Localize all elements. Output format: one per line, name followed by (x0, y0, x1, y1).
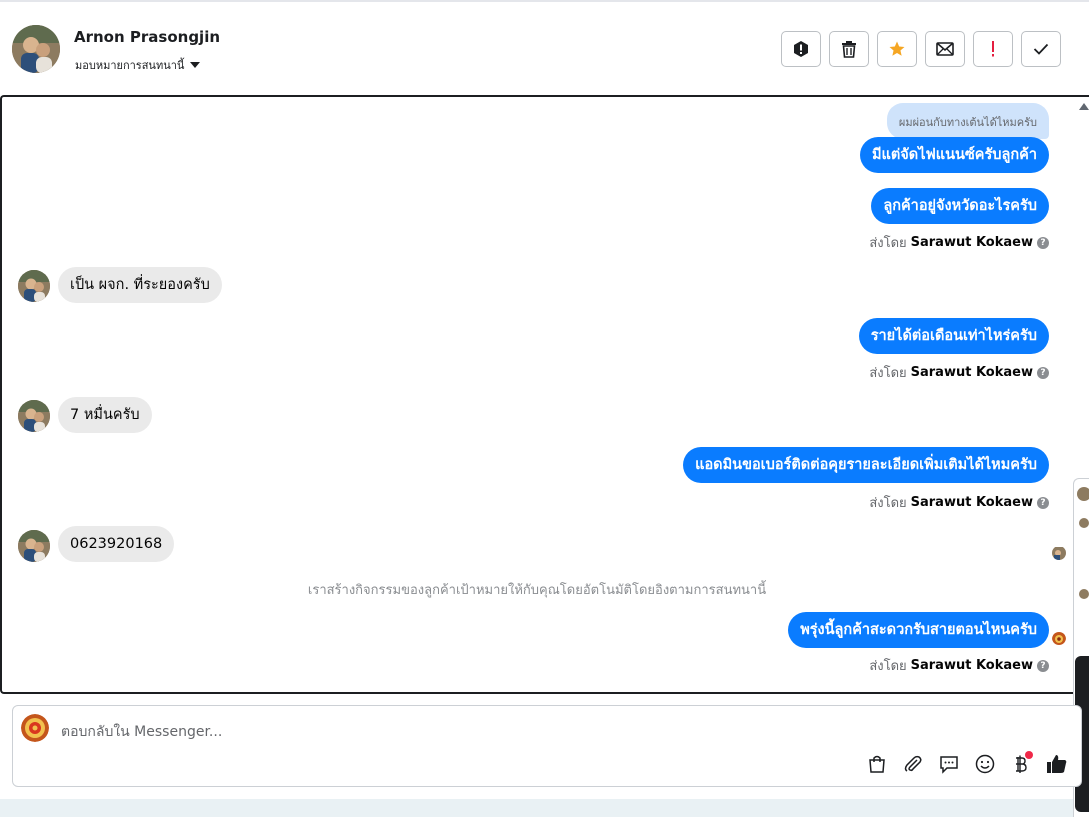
payment-button[interactable] (1009, 751, 1033, 776)
outgoing-message[interactable]: แอดมินขอเบอร์ติดต่อคุยรายละเอียดเพิ่มเติ… (683, 447, 1049, 483)
sent-by-prefix: ส่งโดย (869, 366, 907, 381)
message-thread[interactable]: ผมผ่อนกับทางเต้นได้ไหมครับ มีแต่จัดไฟแนน… (0, 95, 1089, 694)
assign-label: มอบหมายการสนทนานี้ (75, 59, 185, 72)
reply-composer[interactable]: ตอบกลับใน Messenger... (12, 705, 1082, 787)
footer-band (0, 799, 1073, 817)
contact-avatar-small (18, 530, 50, 562)
page-avatar (21, 714, 49, 742)
sent-by-agent[interactable]: Sarawut Kokaew (911, 365, 1033, 380)
incoming-message[interactable]: เป็น ผจก. ที่ระยองครับ (58, 267, 222, 303)
star-icon (889, 41, 905, 56)
chevron-down-icon (190, 62, 201, 68)
conversation-actions (781, 31, 1061, 67)
thumbs-up-icon (1047, 755, 1067, 773)
envelope-icon (936, 42, 954, 56)
sent-by-agent[interactable]: Sarawut Kokaew (911, 658, 1033, 673)
replied-message-quote: ผมผ่อนกับทางเต้นได้ไหมครับ (886, 103, 1049, 139)
like-button[interactable] (1045, 752, 1069, 776)
page-seen-icon (1052, 631, 1066, 645)
delete-button[interactable] (829, 31, 869, 67)
sent-by-label: ส่งโดย Sarawut Kokaew ? (869, 232, 1049, 253)
chat-bubble-icon (940, 756, 958, 774)
contact-avatar-small (18, 400, 50, 432)
sent-by-label: ส่งโดย Sarawut Kokaew ? (869, 492, 1049, 513)
outgoing-message[interactable]: รายได้ต่อเดือนเท่าไหร่ครับ (858, 318, 1049, 354)
star-button[interactable] (877, 31, 917, 67)
notification-dot (1025, 751, 1033, 759)
seen-avatar-icon (1052, 546, 1066, 560)
sent-by-agent[interactable]: Sarawut Kokaew (911, 235, 1033, 250)
contact-avatar[interactable] (12, 25, 60, 73)
help-icon[interactable]: ? (1037, 236, 1049, 249)
reply-input[interactable]: ตอบกลับใน Messenger... (61, 721, 222, 743)
mark-unread-button[interactable] (925, 31, 965, 67)
shop-bag-button[interactable] (865, 752, 889, 776)
scroll-up-arrow-icon[interactable] (1079, 103, 1089, 110)
help-icon[interactable]: ? (1037, 496, 1049, 509)
contact-avatar-small (18, 270, 50, 302)
sent-by-prefix: ส่งโดย (869, 236, 907, 251)
sent-by-prefix: ส่งโดย (869, 496, 907, 511)
attach-button[interactable] (901, 752, 925, 776)
sent-by-label: ส่งโดย Sarawut Kokaew ? (869, 655, 1049, 676)
smiley-icon (975, 754, 995, 774)
incoming-message[interactable]: 0623920168 (58, 526, 175, 562)
conversation-header: Arnon Prasongjin มอบหมายการสนทนานี้ (0, 2, 1089, 95)
help-icon[interactable]: ? (1037, 366, 1049, 379)
help-icon[interactable]: ? (1037, 659, 1049, 672)
mark-important-button[interactable] (973, 31, 1013, 67)
mark-done-button[interactable] (1021, 31, 1061, 67)
sent-by-label: ส่งโดย Sarawut Kokaew ? (869, 362, 1049, 383)
assign-conversation-dropdown[interactable]: มอบหมายการสนทนานี้ (75, 56, 201, 74)
sent-by-agent[interactable]: Sarawut Kokaew (911, 495, 1033, 510)
report-spam-button[interactable] (781, 31, 821, 67)
outgoing-message[interactable]: พรุ่งนี้ลูกค้าสะดวกรับสายตอนไหนครับ (788, 612, 1049, 648)
exclamation-icon (992, 41, 994, 57)
outgoing-message[interactable]: มีแต่จัดไฟแนนซ์ครับลูกค้า (859, 137, 1049, 173)
checkmark-icon (1033, 43, 1049, 55)
shopping-bag-icon (869, 755, 885, 773)
trash-icon (842, 41, 856, 58)
outgoing-message[interactable]: ลูกค้าอยู่จังหวัดอะไรครับ (871, 188, 1049, 224)
emoji-button[interactable] (973, 752, 997, 776)
composer-toolbar (865, 751, 1069, 776)
saved-replies-button[interactable] (937, 752, 961, 776)
alert-circle-icon (794, 41, 808, 57)
system-activity-message: เราสร้างกิจกรรมของลูกค้าเป้าหมายให้กับคุ… (307, 583, 767, 598)
paperclip-icon (904, 755, 922, 772)
contact-name[interactable]: Arnon Prasongjin (74, 28, 220, 46)
sent-by-prefix: ส่งโดย (869, 659, 907, 674)
incoming-message[interactable]: 7 หมื่นครับ (58, 397, 152, 433)
